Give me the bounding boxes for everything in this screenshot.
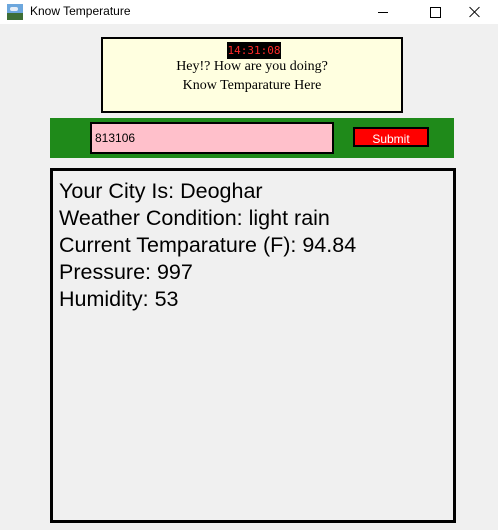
window-title: Know Temperature [30, 4, 131, 18]
greeting-panel: 14:31:08 Hey!? How are you doing? Know T… [101, 37, 403, 113]
zip-code-input[interactable] [90, 122, 334, 154]
greeting-line-1: Hey!? How are you doing? [176, 59, 328, 74]
input-bar: Submit [50, 118, 454, 158]
city-result: Your City Is: Deoghar [59, 179, 263, 203]
pressure-result: Pressure: 997 [59, 260, 193, 284]
minimize-button[interactable] [360, 0, 406, 24]
minimize-icon [378, 11, 388, 13]
condition-result: Weather Condition: light rain [59, 206, 330, 230]
close-button[interactable] [452, 0, 498, 24]
maximize-icon [429, 6, 441, 18]
landscape-icon [7, 4, 23, 20]
greeting-text: Hey!? How are you doing? Know Temparatur… [103, 57, 401, 95]
temperature-result: Current Temparature (F): 94.84 [59, 233, 357, 257]
submit-button[interactable]: Submit [353, 127, 429, 147]
weather-results-panel: Your City Is: Deoghar Weather Condition:… [50, 168, 456, 523]
greeting-line-2: Know Temparature Here [182, 78, 322, 93]
close-icon [469, 6, 481, 18]
humidity-result: Humidity: 53 [59, 287, 179, 311]
title-bar: Know Temperature [0, 0, 498, 24]
